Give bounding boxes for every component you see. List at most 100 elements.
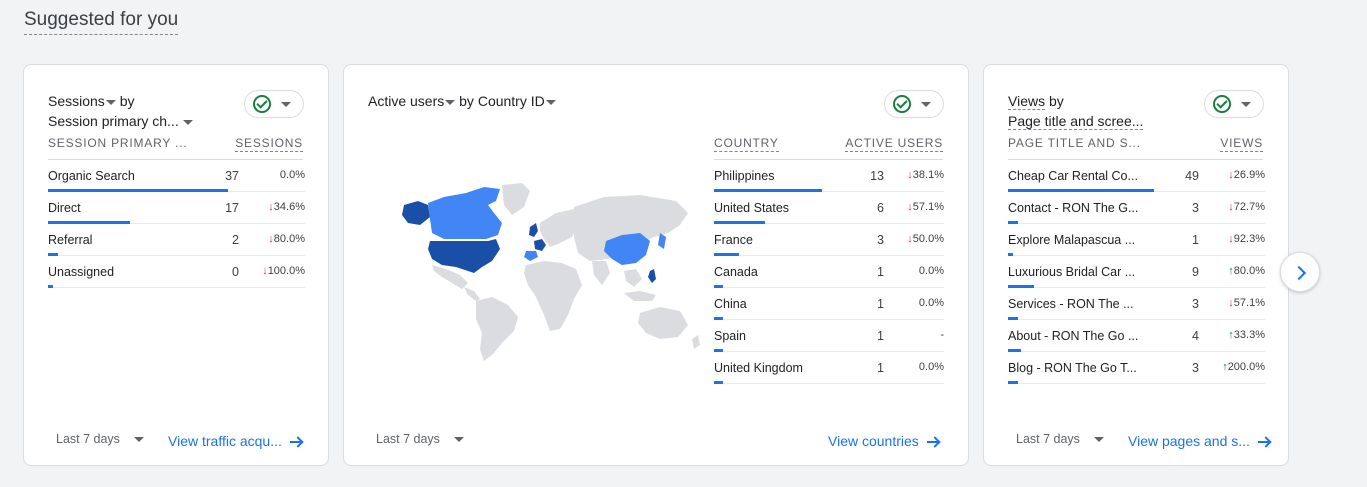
row-label: Contact - RON The G... — [1008, 201, 1139, 215]
insights-chip[interactable] — [244, 90, 304, 118]
card-title[interactable]: Sessions by Session primary ch... — [48, 91, 193, 131]
check-circle-icon — [253, 95, 271, 113]
row-label: Spain — [714, 329, 746, 343]
table-row[interactable]: Blog - RON The Go T... 3 ↑200.0% — [1008, 352, 1265, 384]
map-region-greenland — [502, 183, 530, 215]
row-value: 1 — [877, 361, 884, 375]
row-change: ↓72.7% — [1228, 201, 1265, 213]
sessions-card: Sessions by Session primary ch... SESSIO… — [23, 64, 329, 466]
table-row[interactable]: Spain 1 - — [714, 320, 944, 352]
row-label: Referral — [48, 233, 93, 247]
map-region-indonesia — [624, 291, 656, 301]
row-change: ↓50.0% — [907, 233, 944, 245]
row-value: 1 — [877, 297, 884, 311]
column-header-metric[interactable]: VIEWS — [1220, 136, 1263, 152]
map-region-central-america — [464, 287, 480, 301]
column-header-dimension[interactable]: COUNTRY — [714, 136, 779, 152]
world-map[interactable] — [384, 183, 704, 363]
row-divider — [1008, 383, 1265, 384]
row-value: 2 — [232, 233, 239, 247]
table-row[interactable]: Luxurious Bridal Car ... 9 ↑80.0% — [1008, 256, 1265, 288]
row-change: ↓34.6% — [268, 201, 305, 213]
check-circle-icon — [1213, 95, 1231, 113]
table-row[interactable]: Cheap Car Rental Co... 49 ↓26.9% — [1008, 160, 1265, 192]
chevron-right-icon[interactable] — [1280, 252, 1320, 292]
table-row[interactable]: Explore Malapascua ... 1 ↓92.3% — [1008, 224, 1265, 256]
table-row[interactable]: Referral 2 ↓80.0% — [48, 224, 305, 256]
row-change: ↓26.9% — [1228, 169, 1265, 181]
row-change: ↑33.3% — [1228, 329, 1265, 341]
card-title[interactable]: Active users by Country ID — [368, 91, 556, 111]
map-region-south-america — [476, 297, 518, 361]
row-value: 1 — [1192, 233, 1199, 247]
date-range-selector[interactable]: Last 7 days — [56, 432, 144, 446]
row-change: ↓92.3% — [1228, 233, 1265, 245]
row-value: 3 — [1192, 361, 1199, 375]
row-change: ↓57.1% — [1228, 297, 1265, 309]
table-row[interactable]: United States 6 ↓57.1% — [714, 192, 944, 224]
table-row[interactable]: France 3 ↓50.0% — [714, 224, 944, 256]
dropdown-icon — [453, 437, 464, 443]
map-country-philippines[interactable] — [648, 269, 656, 283]
dropdown-icon — [545, 99, 556, 105]
row-change: ↓80.0% — [268, 233, 305, 245]
table-row[interactable]: United Kingdom 1 0.0% — [714, 352, 944, 384]
insights-chip[interactable] — [1204, 90, 1264, 118]
row-divider — [48, 287, 305, 288]
share-bar — [714, 381, 724, 384]
row-value: 1 — [877, 329, 884, 343]
map-country-canada[interactable] — [428, 187, 502, 239]
table-row[interactable]: Philippines 13 ↓38.1% — [714, 160, 944, 192]
column-header-dimension[interactable]: SESSION PRIMARY ... — [48, 136, 187, 150]
row-change: 0.0% — [279, 169, 305, 181]
insights-chip[interactable] — [884, 90, 944, 118]
map-country-france[interactable] — [534, 239, 546, 251]
view-link[interactable]: View pages and s... — [1128, 433, 1270, 449]
map-country-spain[interactable] — [524, 251, 538, 261]
dimension-selector[interactable]: Country ID — [478, 93, 556, 109]
table-row[interactable]: Organic Search 37 0.0% — [48, 160, 305, 192]
column-header-metric[interactable]: ACTIVE USERS — [845, 136, 943, 152]
table-row[interactable]: China 1 0.0% — [714, 288, 944, 320]
table-row[interactable]: About - RON The Go ... 4 ↑33.3% — [1008, 320, 1265, 352]
row-label: Cheap Car Rental Co... — [1008, 169, 1138, 183]
arrow-right-icon — [926, 436, 939, 448]
dropdown-icon — [133, 437, 144, 443]
row-change: 0.0% — [918, 361, 944, 373]
view-link[interactable]: View countries — [828, 433, 939, 449]
table-row[interactable]: Canada 1 0.0% — [714, 256, 944, 288]
map-region-alaska — [402, 201, 430, 225]
row-change: ↑80.0% — [1228, 265, 1265, 277]
section-title: Suggested for you — [24, 9, 179, 35]
row-value: 17 — [225, 201, 239, 215]
date-range-selector[interactable]: Last 7 days — [1016, 432, 1104, 446]
dimension-selector[interactable]: Page title and scree... — [1008, 113, 1144, 130]
row-value: 3 — [1192, 201, 1199, 215]
active-users-card: Active users by Country ID COUNTRY ACTIV… — [343, 64, 969, 466]
view-link[interactable]: View traffic acqu... — [168, 433, 302, 449]
table-row[interactable]: Services - RON The ... 3 ↓57.1% — [1008, 288, 1265, 320]
card-title[interactable]: Views by Page title and scree... — [1008, 91, 1144, 131]
dimension-selector[interactable]: Session primary ch... — [48, 113, 193, 129]
row-value: 3 — [877, 233, 884, 247]
table-row[interactable]: Unassigned 0 ↓100.0% — [48, 256, 305, 288]
table-row[interactable]: Contact - RON The G... 3 ↓72.7% — [1008, 192, 1265, 224]
metric-selector[interactable]: Active users — [368, 93, 456, 109]
dropdown-icon — [1093, 437, 1104, 443]
row-value: 4 — [1192, 329, 1199, 343]
metric-selector[interactable]: Sessions — [48, 93, 116, 109]
share-bar — [48, 285, 53, 288]
column-header-metric[interactable]: SESSIONS — [235, 136, 303, 152]
column-header-dimension[interactable]: PAGE TITLE AND S... — [1008, 136, 1141, 150]
row-label: Explore Malapascua ... — [1008, 233, 1136, 247]
row-change: - — [940, 329, 944, 341]
chevron-down-icon — [921, 102, 931, 107]
map-country-united-kingdom[interactable] — [529, 223, 538, 237]
row-label: Philippines — [714, 169, 775, 183]
row-change: ↓100.0% — [262, 265, 305, 277]
table-row[interactable]: Direct 17 ↓34.6% — [48, 192, 305, 224]
date-range-selector[interactable]: Last 7 days — [376, 432, 464, 446]
row-value: 49 — [1185, 169, 1199, 183]
row-value: 0 — [232, 265, 239, 279]
metric-selector[interactable]: Views — [1008, 93, 1046, 110]
